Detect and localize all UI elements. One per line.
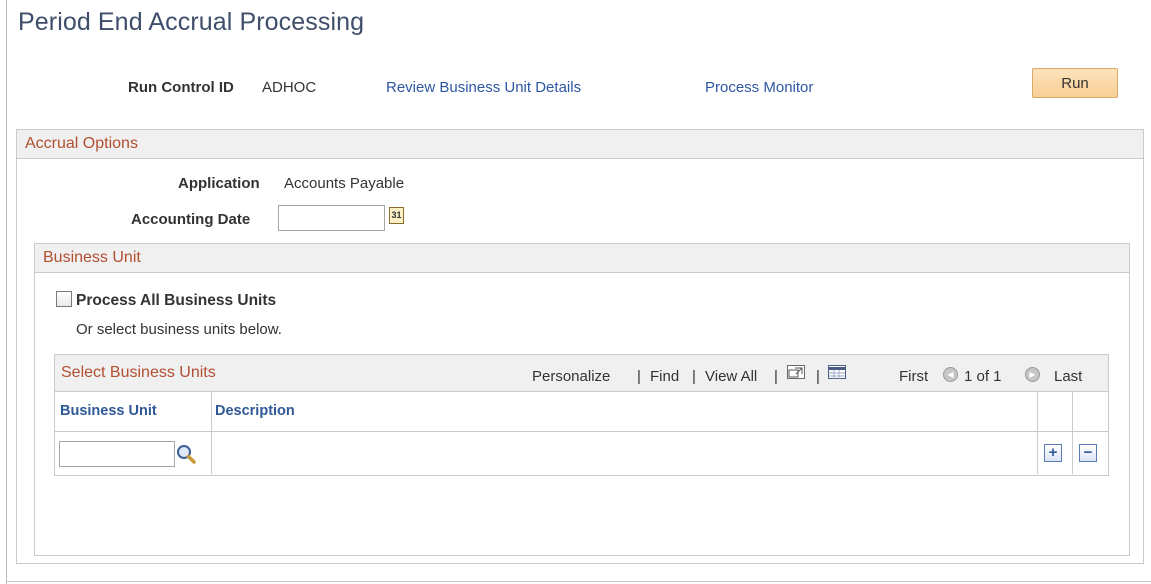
business-unit-title: Business Unit	[43, 249, 141, 266]
accrual-options-header: Accrual Options	[17, 130, 1143, 159]
delete-row-button[interactable]: −	[1079, 444, 1097, 462]
accounting-date-label: Accounting Date	[131, 211, 251, 228]
new-window-icon-glyph	[788, 367, 803, 378]
personalize-link[interactable]: Personalize	[532, 368, 610, 385]
lookup-icon[interactable]	[175, 443, 197, 465]
process-monitor-link[interactable]: Process Monitor	[705, 79, 813, 96]
lookup-icon-glyph	[177, 445, 196, 464]
business-unit-header: Business Unit	[35, 244, 1129, 273]
column-header-description[interactable]: Description	[215, 403, 295, 419]
select-business-units-grid: Select Business Units Personalize | Find…	[54, 354, 1109, 476]
next-arrow-icon[interactable]: ▶	[1025, 367, 1040, 382]
add-row-button[interactable]: +	[1044, 444, 1062, 462]
nav-separator: |	[692, 368, 696, 385]
run-button[interactable]: Run	[1032, 68, 1118, 98]
download-icon[interactable]	[828, 365, 846, 379]
calendar-icon[interactable]: 31	[389, 207, 404, 224]
nav-separator: |	[774, 368, 778, 385]
column-divider	[1072, 392, 1073, 474]
application-label: Application	[178, 175, 260, 192]
application-value: Accounts Payable	[284, 175, 405, 192]
grid-header: Select Business Units Personalize | Find…	[55, 355, 1108, 392]
nav-separator: |	[816, 368, 820, 385]
review-business-unit-details-link[interactable]: Review Business Unit Details	[386, 79, 581, 96]
column-divider	[211, 392, 212, 474]
new-window-icon[interactable]	[787, 365, 805, 379]
page-bottom-border	[6, 581, 1151, 582]
accounting-date-input[interactable]	[278, 205, 385, 231]
grid-column-header-row: Business Unit Description	[55, 392, 1108, 432]
accrual-options-title: Accrual Options	[25, 135, 138, 152]
business-unit-input[interactable]	[59, 441, 175, 467]
page-title: Period End Accrual Processing	[18, 8, 365, 36]
download-icon-glyph	[829, 367, 845, 379]
grid-title: Select Business Units	[61, 364, 216, 381]
nav-separator: |	[637, 368, 641, 385]
process-all-business-units-label[interactable]: Process All Business Units	[76, 292, 276, 310]
find-link[interactable]: Find	[650, 368, 679, 385]
run-control-value: ADHOC	[262, 79, 317, 96]
first-label[interactable]: First	[899, 368, 928, 385]
business-unit-hint: Or select business units below.	[76, 321, 282, 338]
prev-arrow-icon[interactable]: ◀	[943, 367, 958, 382]
column-divider	[1037, 392, 1038, 474]
process-all-business-units-checkbox[interactable]	[56, 291, 72, 307]
view-all-link[interactable]: View All	[705, 368, 757, 385]
last-label[interactable]: Last	[1054, 368, 1082, 385]
column-header-business-unit[interactable]: Business Unit	[60, 403, 157, 419]
run-control-label: Run Control ID	[128, 79, 234, 96]
row-range: 1 of 1	[964, 368, 1002, 385]
